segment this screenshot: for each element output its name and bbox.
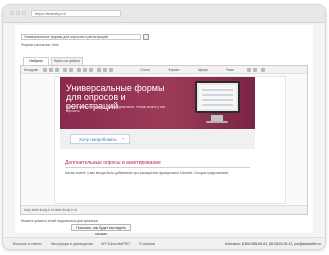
tab-from-file[interactable]: Взять из файла	[51, 57, 83, 65]
redo-icon[interactable]	[69, 68, 73, 72]
bg-color-icon[interactable]	[253, 68, 257, 72]
hero-banner: Универсальные формы для опросов и регист…	[60, 77, 255, 129]
window-close-icon[interactable]	[10, 11, 14, 15]
browser-titlebar: https://testixity.ru/	[3, 5, 325, 23]
arrow-right-icon: ›	[122, 136, 124, 142]
link-icon[interactable]	[97, 68, 101, 72]
email-hint: Можете указать email подписчика для прим…	[21, 219, 98, 223]
italic-icon[interactable]	[83, 68, 87, 72]
copy-icon[interactable]	[49, 68, 53, 72]
footer-contacts: Контакты: 8-800-555-69-63, (812)603-00-1…	[225, 242, 321, 246]
browser-window: https://testixity.ru/ Универсальные форм…	[2, 4, 326, 250]
section-title: Доплнительные опросы и анкетирование	[65, 160, 161, 166]
address-bar[interactable]: https://testixity.ru/	[31, 10, 121, 17]
page-content: Универсальные формы для опросов и регист…	[15, 25, 313, 246]
hero-subtitle: Все, что вы хотели знать о своих подписч…	[66, 105, 166, 113]
screen-line	[202, 89, 233, 91]
font-dropdown[interactable]: Шрифт	[197, 68, 209, 72]
footer-link-about[interactable]: О сервисе	[139, 242, 155, 246]
try-button-label: Хочу попробовать	[79, 137, 117, 142]
monitor-screen	[199, 85, 236, 109]
editor-canvas[interactable]: Универсальные формы для опросов и регист…	[54, 76, 286, 204]
window-zoom-icon[interactable]	[22, 11, 26, 15]
cut-icon[interactable]	[43, 68, 47, 72]
preview-letter-button[interactable]: Показать, как будет выглядеть письмо	[71, 224, 131, 236]
image-icon[interactable]	[103, 68, 107, 72]
format-line: Формат рассылки: html	[21, 43, 59, 47]
section-text: Как вы знаете, у вас всегда было добавле…	[65, 171, 229, 175]
source-button[interactable]: Исходник	[24, 68, 38, 72]
table-icon[interactable]	[109, 68, 113, 72]
calendar-icon[interactable]	[143, 34, 149, 40]
editor-toolbar: Исходник Стили Формат Шрифт Разм	[21, 66, 307, 74]
window-minimize-icon[interactable]	[16, 11, 20, 15]
footer-link-faq[interactable]: Вопросы и ответы	[13, 242, 42, 246]
text-color-icon[interactable]	[247, 68, 251, 72]
paste-icon[interactable]	[55, 68, 59, 72]
undo-icon[interactable]	[63, 68, 67, 72]
format-dropdown[interactable]: Формат	[167, 68, 181, 72]
tab-compose[interactable]: Набрать	[23, 57, 49, 65]
monitor-illustration	[195, 81, 240, 113]
section-divider	[65, 167, 250, 168]
maximize-icon[interactable]	[261, 68, 265, 72]
underline-icon[interactable]	[89, 68, 93, 72]
screen-line	[202, 104, 233, 106]
editor-path-bar: body table tbody tr td table tbody tr td	[21, 205, 307, 214]
newsletter-name-field[interactable]: Универсальные формы для опросов и регист…	[21, 34, 141, 40]
footer-link-api[interactable]: API SubscribePRO	[101, 242, 130, 246]
size-dropdown[interactable]: Разм	[225, 68, 235, 72]
styles-dropdown[interactable]: Стили	[139, 68, 151, 72]
monitor-base	[206, 121, 228, 123]
screen-line	[202, 94, 233, 96]
footer-link-guides[interactable]: Инструкции и руководства	[51, 242, 93, 246]
bold-icon[interactable]	[77, 68, 81, 72]
screen-line	[202, 99, 233, 101]
html-editor: Исходник Стили Формат Шрифт Разм Универс…	[20, 65, 308, 215]
try-button[interactable]: Хочу попробовать ›	[70, 134, 130, 144]
footer: Вопросы и ответы Инструкции и руководств…	[3, 237, 325, 249]
cta-strip: Хочу попробовать ›	[60, 129, 255, 149]
